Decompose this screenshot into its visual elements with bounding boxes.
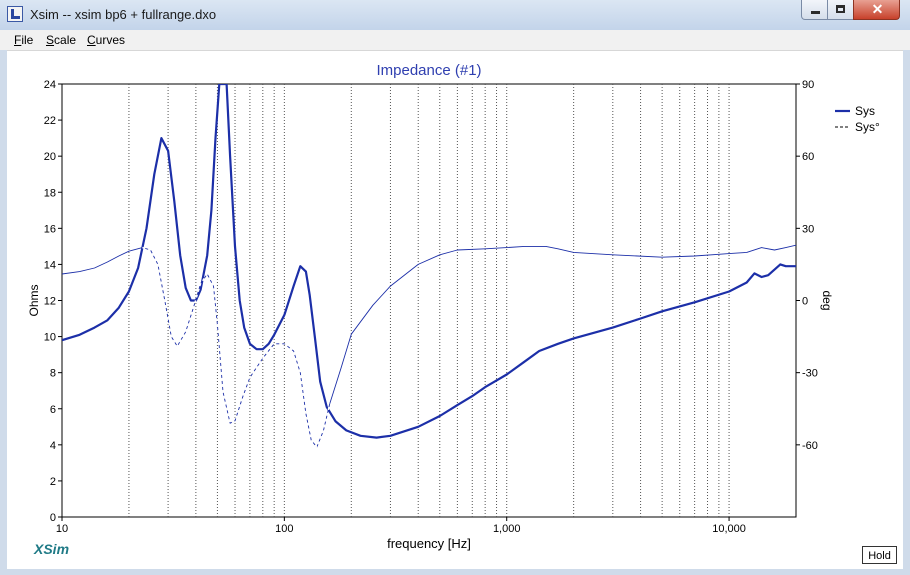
y2-tick-label: -30 [802, 368, 818, 380]
legend-label-sys: Sys [855, 104, 875, 118]
y-tick-label: 2 [50, 476, 56, 488]
x-tick-label: 1,000 [493, 523, 521, 535]
x-tick-label: 10 [56, 523, 68, 535]
y2-tick-label: -60 [802, 440, 818, 452]
minimize-button[interactable] [801, 0, 828, 20]
maximize-icon [836, 5, 845, 13]
x-tick-label: 100 [275, 523, 293, 535]
menu-curves[interactable]: Curves [87, 33, 125, 47]
plot-canvas[interactable]: 0 2 4 6 8 10 12 14 16 18 20 22 24 -60 -30 0 30 60 90 10 100 1… [7, 51, 903, 569]
close-icon: ✕ [871, 1, 884, 17]
window-frame-left [0, 50, 7, 575]
legend-label-sys-phase: Sys° [855, 120, 880, 134]
y-tick-label: 22 [44, 115, 56, 127]
window-title: Xsim -- xsim bp6 + fullrange.dxo [30, 7, 217, 22]
y-tick-label: 20 [44, 151, 56, 163]
y2-tick-label: 60 [802, 151, 814, 163]
y-axis-label: Ohms [27, 284, 41, 316]
y-tick-label: 10 [44, 332, 56, 344]
plot-frame [61, 83, 797, 518]
maximize-button[interactable] [827, 0, 854, 20]
impedance-chart[interactable]: 024681012141618202224-60-30030609010 100 1… [7, 51, 903, 569]
y-tick-label: 8 [50, 368, 56, 380]
y-tick-label: 4 [50, 440, 56, 452]
hold-button[interactable]: Hold [862, 546, 897, 564]
y2-axis-label: deg [820, 290, 834, 310]
y-tick-label: 16 [44, 223, 56, 235]
menu-scale[interactable]: Scale [46, 33, 76, 47]
y2-tick-label: 90 [802, 79, 814, 91]
y-tick-label: 14 [44, 259, 56, 271]
menu-file[interactable]: File [14, 33, 33, 47]
x-axis-label: frequency [Hz] [387, 536, 471, 551]
y2-tick-label: 30 [802, 223, 814, 235]
y2-tick-label: 0 [802, 296, 808, 308]
window-frame-bottom [0, 569, 910, 575]
xsim-app-icon[interactable] [7, 6, 23, 22]
menu-bar: File Scale Curves [0, 30, 910, 51]
close-button[interactable]: ✕ [853, 0, 900, 20]
xsim-window: Xsim -- xsim bp6 + fullrange.dxo ✕ File … [0, 0, 910, 575]
y-tick-label: 6 [50, 404, 56, 416]
window-frame-right [903, 50, 910, 575]
y-tick-label: 24 [44, 79, 56, 91]
chart-title: Impedance (#1) [376, 62, 481, 79]
x-tick-label: 10,000 [712, 523, 746, 535]
y-tick-label: 18 [44, 187, 56, 199]
title-bar[interactable]: Xsim -- xsim bp6 + fullrange.dxo ✕ [0, 0, 910, 31]
minimize-icon [811, 11, 820, 14]
xsim-logo: XSim [34, 541, 70, 557]
y-tick-label: 12 [44, 296, 56, 308]
